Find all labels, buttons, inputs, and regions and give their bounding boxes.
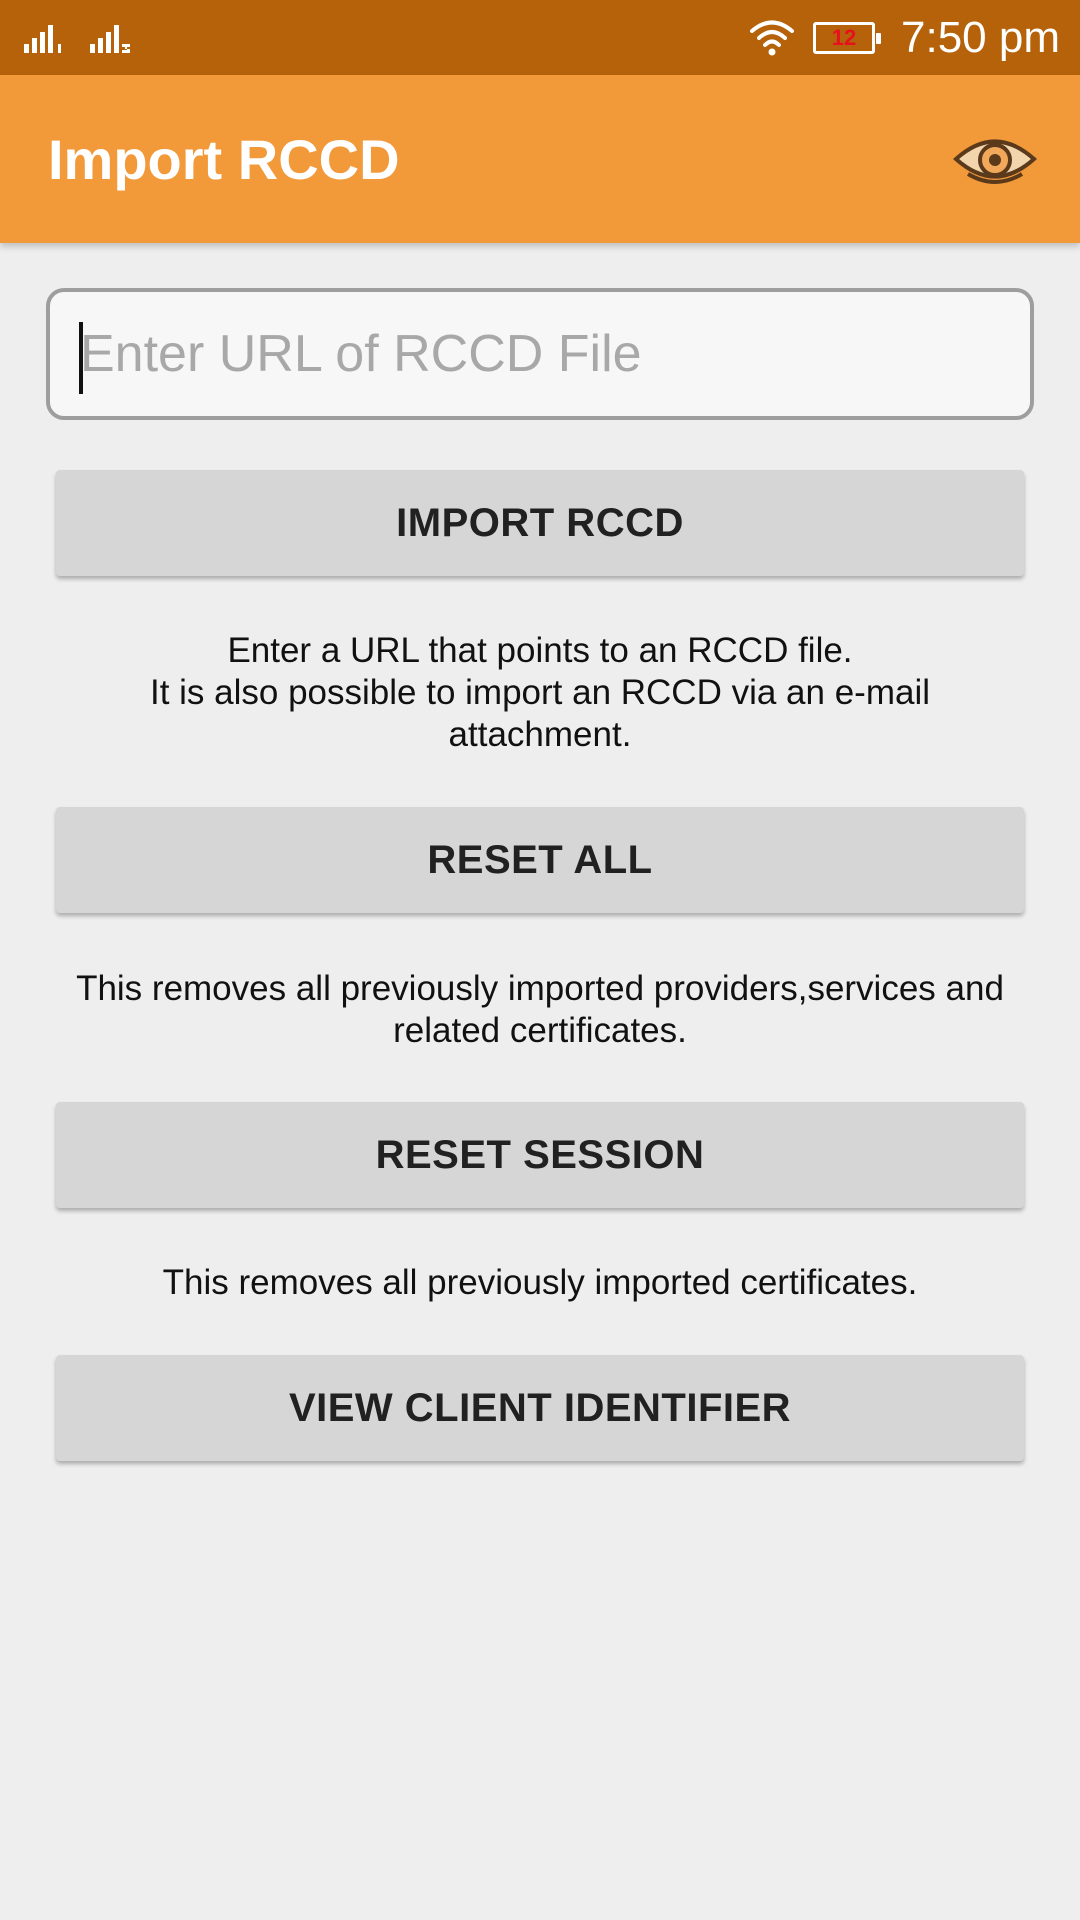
reset-all-button[interactable]: RESET ALL (56, 807, 1024, 913)
app-bar: Import RCCD (0, 75, 1080, 243)
status-bar: 12 7:50 pm (0, 0, 1080, 75)
url-field[interactable] (46, 288, 1034, 420)
url-input[interactable] (80, 292, 1020, 416)
status-time: 7:50 pm (901, 12, 1060, 62)
eye-icon (953, 139, 1037, 184)
signal-strength-icon (90, 25, 130, 53)
reset-session-button[interactable]: RESET SESSION (56, 1102, 1024, 1208)
description-line: It is also possible to import an RCCD vi… (149, 673, 930, 712)
description-line: This removes all previously imported cer… (162, 1263, 918, 1302)
battery-icon: 12 (813, 21, 882, 54)
signal-strength-icon (24, 25, 61, 53)
import-description: Enter a URL that points to an RCCD file.… (40, 630, 1040, 756)
description-line: This removes all previously imported pro… (76, 969, 1004, 1008)
wifi-icon (750, 20, 795, 55)
description-line: related certificates. (393, 1011, 687, 1050)
description-line: Enter a URL that points to an RCCD file. (227, 631, 853, 670)
battery-level: 12 (831, 24, 857, 50)
reset-session-description: This removes all previously imported cer… (40, 1262, 1040, 1304)
eye-button[interactable] (952, 126, 1038, 194)
status-indicators: 12 7:50 pm (749, 0, 1060, 75)
description-line: attachment. (448, 715, 632, 754)
page-title: Import RCCD (48, 127, 400, 191)
reset-all-description: This removes all previously imported pro… (40, 968, 1040, 1052)
import-rccd-button[interactable]: IMPORT RCCD (56, 470, 1024, 576)
view-client-identifier-button[interactable]: VIEW CLIENT IDENTIFIER (56, 1355, 1024, 1461)
